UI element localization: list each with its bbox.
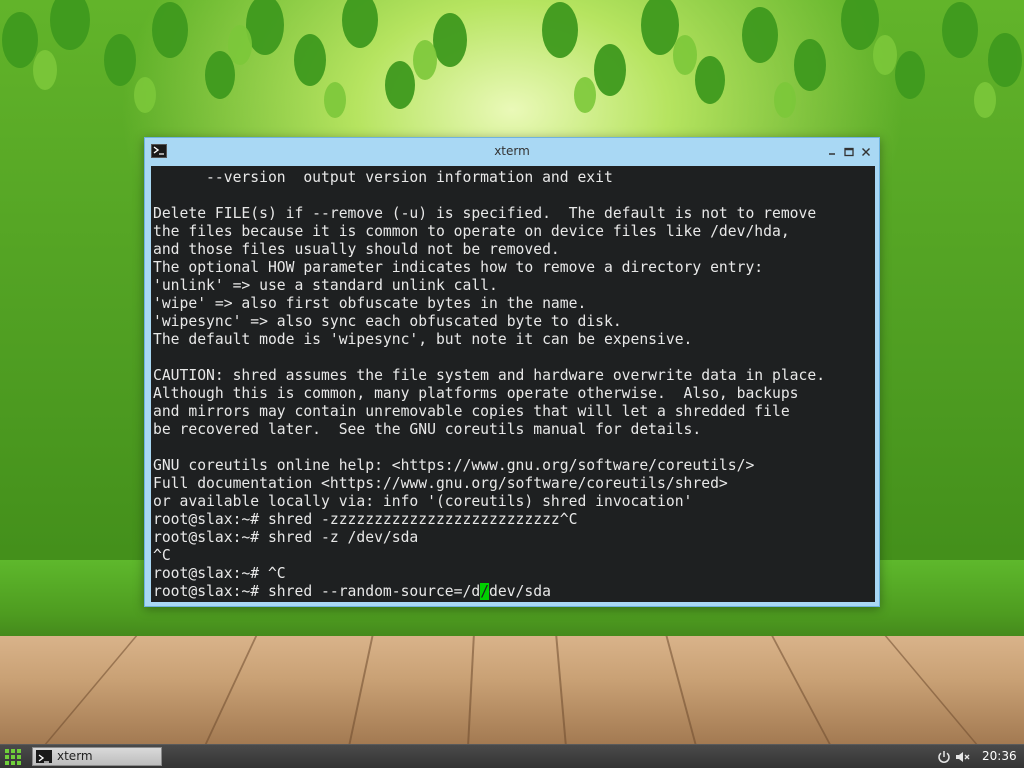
terminal-line: Although this is common, many platforms … [153, 385, 799, 402]
terminal-icon [36, 750, 52, 763]
leaves-decoration [2, 0, 1022, 118]
taskbar-item-xterm[interactable]: xterm [32, 747, 162, 766]
start-menu-button[interactable] [4, 748, 22, 766]
wooden-deck [0, 636, 1024, 744]
maximize-icon [844, 147, 854, 157]
terminal-command-line[interactable]: root@slax:~# shred --random-source=/d/de… [153, 583, 873, 601]
terminal-line: root@slax:~# ^C [153, 565, 286, 582]
close-icon [862, 148, 870, 156]
taskbar-item-label: xterm [57, 749, 93, 763]
terminal-output[interactable]: --version output version information and… [151, 166, 875, 602]
command-text: root@slax:~# shred --random-source=/d [153, 583, 481, 600]
terminal-line: Delete FILE(s) if --remove (-u) is speci… [153, 205, 817, 222]
power-icon[interactable] [936, 749, 952, 765]
terminal-line: root@slax:~# shred -z /dev/sda [153, 529, 419, 546]
terminal-line: 'unlink' => use a standard unlink call. [153, 277, 498, 294]
terminal-line: 'wipe' => also first obfuscate bytes in … [153, 295, 587, 312]
terminal-line: or available locally via: info '(coreuti… [153, 493, 693, 510]
maximize-button[interactable] [842, 144, 856, 158]
terminal-line: The optional HOW parameter indicates how… [153, 259, 764, 276]
volume-muted-icon[interactable] [954, 749, 970, 765]
terminal-line: and mirrors may contain unremovable copi… [153, 403, 790, 420]
terminal-line: CAUTION: shred assumes the file system a… [153, 367, 826, 384]
grid-menu-icon [5, 749, 21, 765]
xterm-window[interactable]: xterm --version output version informati… [144, 137, 880, 607]
terminal-line: --version output version information and… [153, 169, 613, 186]
terminal-line: GNU coreutils online help: <https://www.… [153, 457, 755, 474]
window-titlebar[interactable]: xterm [145, 138, 879, 166]
terminal-line: 'wipesync' => also sync each obfuscated … [153, 313, 622, 330]
minimize-icon [829, 153, 835, 155]
terminal-line: The default mode is 'wipesync', but note… [153, 331, 693, 348]
window-title: xterm [494, 144, 530, 158]
terminal-line: ^C [153, 547, 171, 564]
terminal-line: and those files usually should not be re… [153, 241, 560, 258]
close-button[interactable] [859, 144, 873, 158]
terminal-line: root@slax:~# shred -zzzzzzzzzzzzzzzzzzzz… [153, 511, 578, 528]
clock[interactable]: 20:36 [982, 749, 1017, 763]
terminal-line: the files because it is common to operat… [153, 223, 790, 240]
terminal-line: be recovered later. See the GNU coreutil… [153, 421, 702, 438]
command-text-after-cursor: dev/sda [489, 583, 551, 600]
taskbar: xterm 20:36 [0, 744, 1024, 768]
terminal-line: Full documentation <https://www.gnu.org/… [153, 475, 728, 492]
minimize-button[interactable] [825, 144, 839, 158]
text-cursor: / [480, 583, 490, 600]
